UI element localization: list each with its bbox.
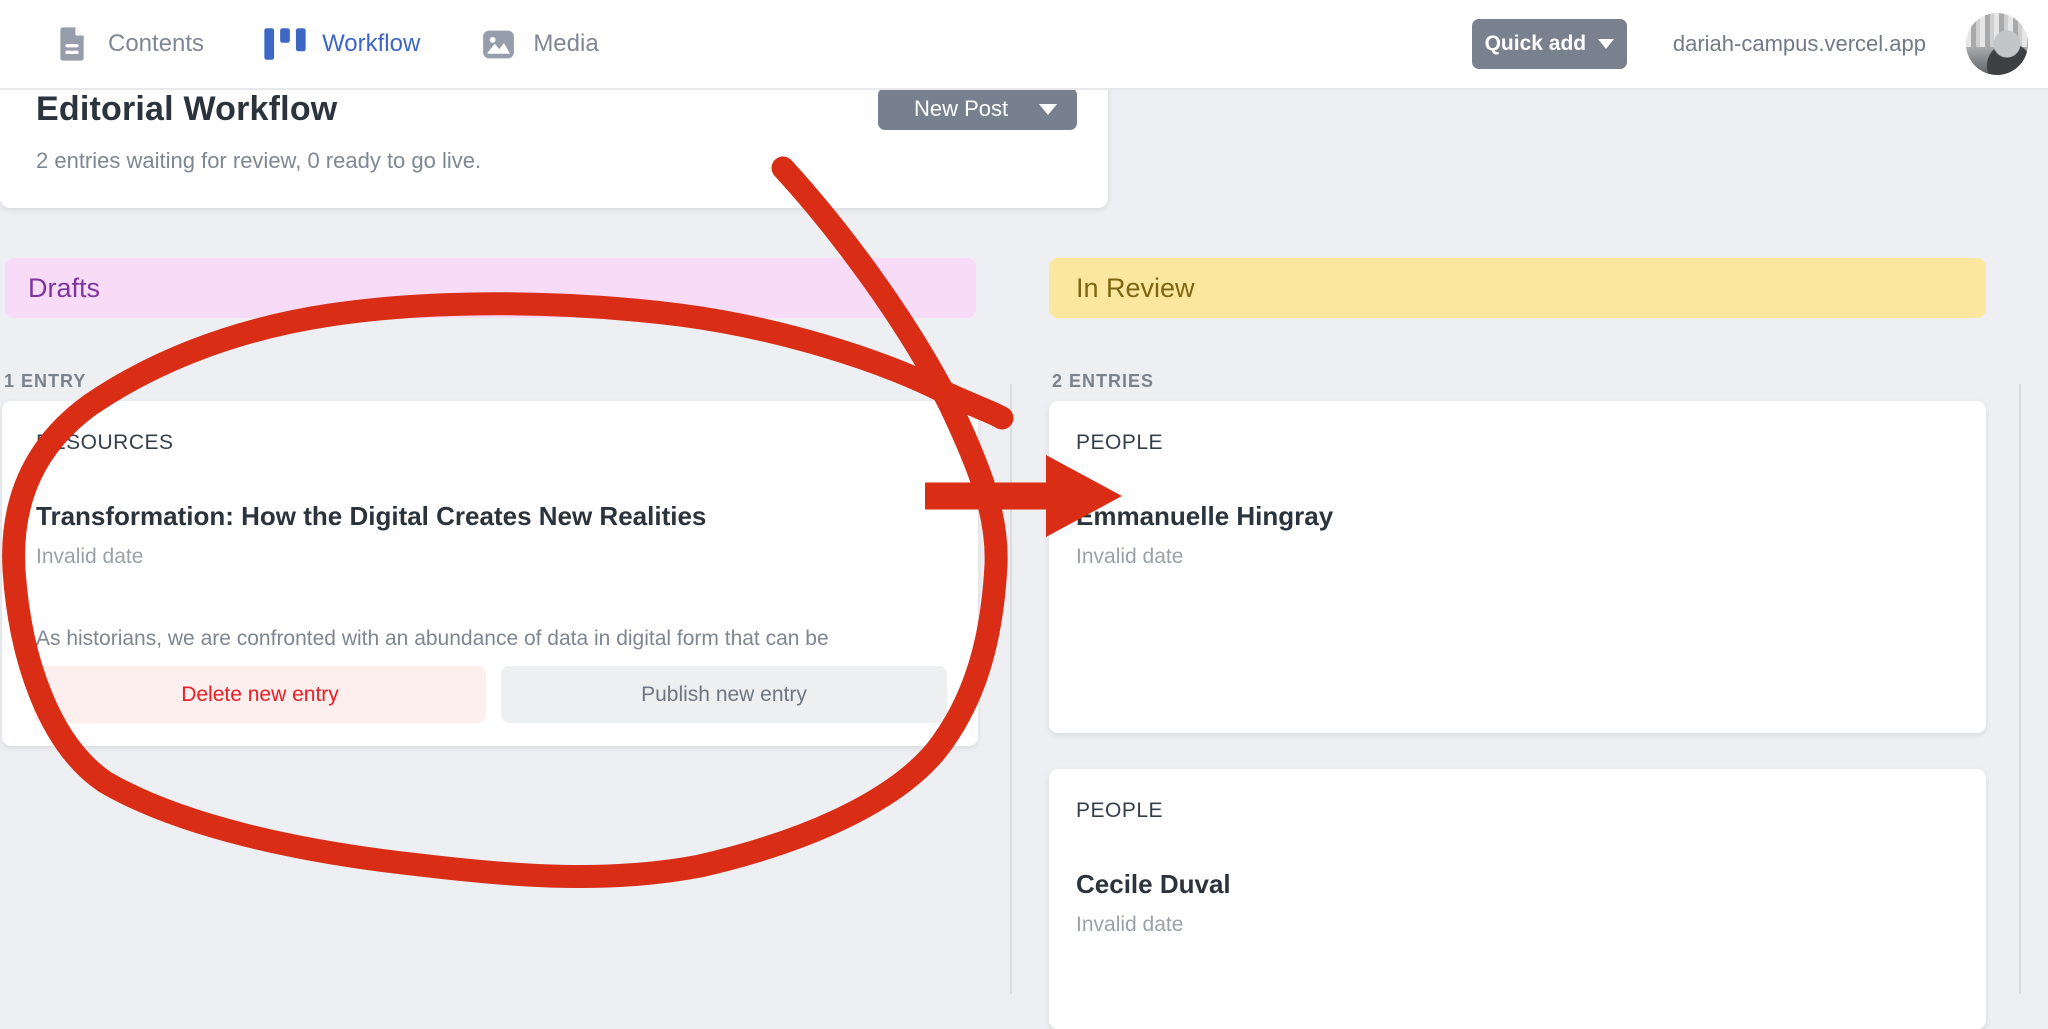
column-divider: [2019, 384, 2021, 994]
column-title: Drafts: [28, 273, 100, 304]
column-divider: [1010, 384, 1012, 994]
drafts-entry-count: 1 ENTRY: [4, 371, 86, 392]
nav-tab-label: Media: [533, 30, 598, 58]
column-header-drafts: Drafts: [5, 258, 976, 318]
entry-collection-label: PEOPLE: [1076, 799, 1163, 823]
entry-date: Invalid date: [36, 545, 143, 569]
page-title: Editorial Workflow: [36, 90, 337, 129]
column-header-in-review: In Review: [1049, 258, 1986, 318]
user-avatar[interactable]: [1966, 13, 2028, 75]
chevron-down-icon: [1039, 104, 1057, 115]
column-title: In Review: [1076, 273, 1195, 304]
nav-tab-contents[interactable]: Contents: [52, 24, 204, 64]
new-post-button[interactable]: New Post: [878, 88, 1077, 130]
entry-date: Invalid date: [1076, 545, 1183, 569]
in-review-entry-count: 2 ENTRIES: [1052, 371, 1154, 392]
document-icon: [52, 24, 92, 64]
new-post-label: New Post: [914, 96, 1008, 122]
site-url-link[interactable]: dariah-campus.vercel.app: [1673, 31, 1926, 57]
entry-excerpt: As historians, we are confronted with an…: [36, 627, 948, 651]
entry-title: Transformation: How the Digital Creates …: [36, 501, 706, 532]
nav-right-cluster: Quick add dariah-campus.vercel.app: [1472, 13, 2048, 75]
nav-tab-label: Workflow: [322, 30, 420, 58]
top-navigation: Contents Workflow Media Quick add dariah…: [0, 0, 2048, 90]
entry-date: Invalid date: [1076, 913, 1183, 937]
entry-collection-label: RESOURCES: [36, 431, 174, 455]
delete-entry-button[interactable]: Delete new entry: [34, 666, 486, 723]
publish-entry-button[interactable]: Publish new entry: [501, 666, 947, 723]
nav-tab-media[interactable]: Media: [480, 26, 598, 63]
review-entry-card[interactable]: PEOPLE Emmanuelle Hingray Invalid date: [1049, 401, 1986, 733]
review-entry-card[interactable]: PEOPLE Cecile Duval Invalid date: [1049, 769, 1986, 1029]
quick-add-button[interactable]: Quick add: [1472, 19, 1627, 69]
quick-add-label: Quick add: [1485, 32, 1587, 56]
workflow-summary: 2 entries waiting for review, 0 ready to…: [36, 148, 481, 174]
nav-tab-label: Contents: [108, 30, 204, 58]
nav-tab-workflow[interactable]: Workflow: [264, 27, 420, 61]
image-icon: [480, 26, 517, 63]
kanban-icon: [264, 27, 306, 61]
entry-title: Emmanuelle Hingray: [1076, 501, 1333, 532]
draft-entry-card[interactable]: RESOURCES Transformation: How the Digita…: [2, 401, 978, 746]
entry-title: Cecile Duval: [1076, 869, 1231, 900]
entry-collection-label: PEOPLE: [1076, 431, 1163, 455]
chevron-down-icon: [1598, 39, 1614, 49]
entry-actions: Delete new entry Publish new entry: [34, 666, 947, 723]
